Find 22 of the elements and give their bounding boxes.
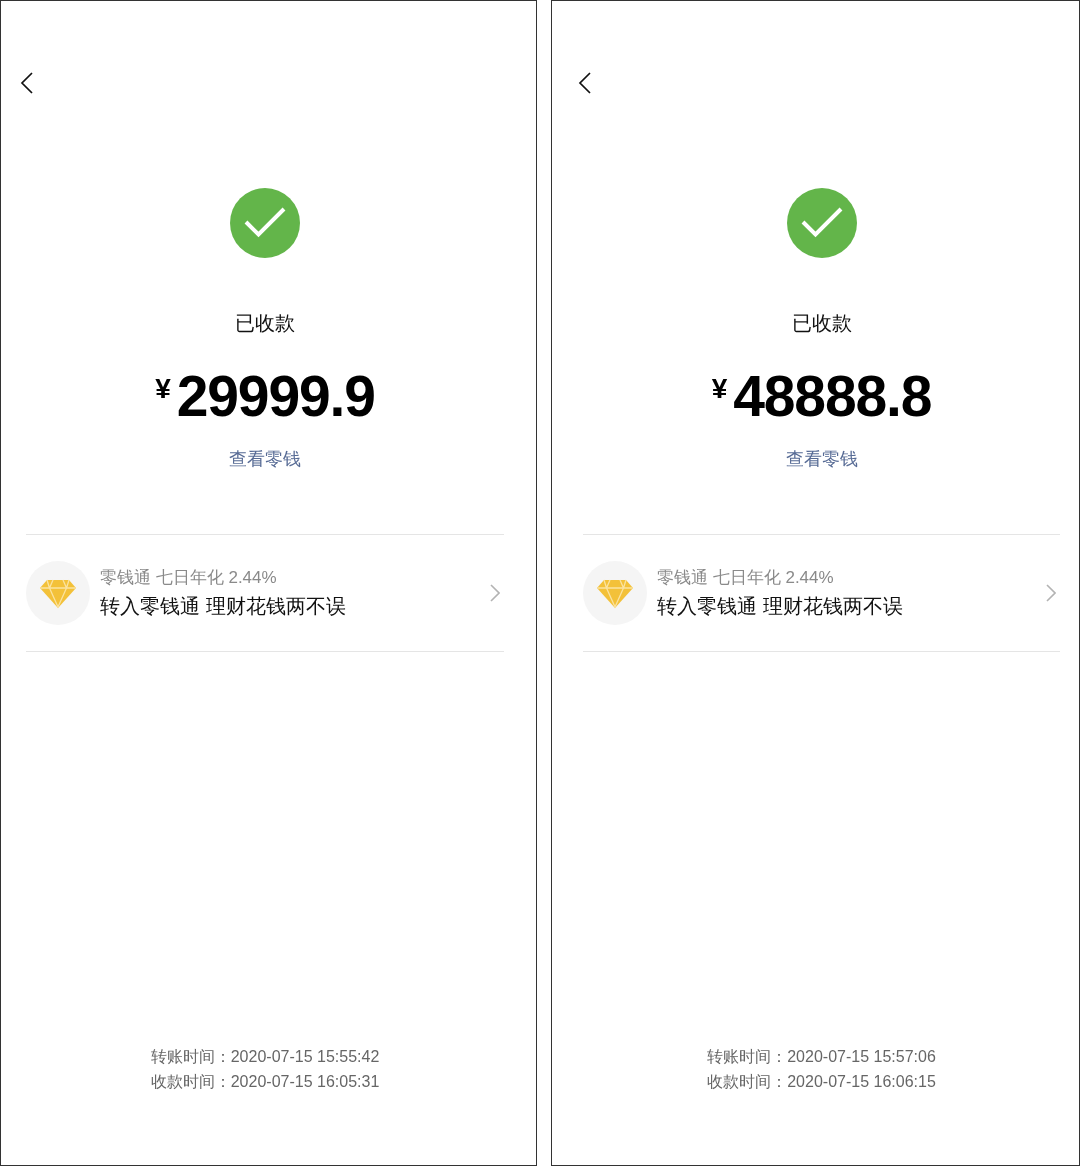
amount-value: 48888.8 (733, 363, 932, 429)
promo-title: 转入零钱通 理财花钱两不误 (657, 594, 904, 619)
promo-title: 转入零钱通 理财花钱两不误 (100, 594, 347, 619)
check-circle-icon (786, 188, 857, 258)
currency-symbol: ¥ (155, 375, 171, 403)
check-circle-icon (230, 188, 300, 258)
amount-value: 29999.9 (176, 363, 375, 429)
chevron-right-icon (1046, 584, 1056, 602)
chevron-right-icon (490, 584, 500, 602)
back-icon[interactable] (578, 72, 591, 94)
back-icon[interactable] (20, 72, 33, 94)
time-text: 转账时间：2020-07-15 15:57:06 (707, 1047, 936, 1067)
status-label: 已收款 (791, 311, 852, 336)
status-label: 已收款 (235, 311, 295, 336)
view-balance-link[interactable]: 查看零钱 (229, 447, 301, 471)
time-text: 转账时间：2020-07-15 15:55:42 (150, 1047, 380, 1067)
view-balance-link[interactable]: 查看零钱 (785, 447, 858, 471)
time-text: 收款时间：2020-07-15 16:05:31 (150, 1072, 380, 1092)
time-text: 收款时间：2020-07-15 16:06:15 (707, 1072, 936, 1092)
promo-subtitle: 零钱通 七日年化 2.44% (100, 567, 278, 589)
currency-symbol: ¥ (711, 375, 728, 403)
promo-subtitle: 零钱通 七日年化 2.44% (657, 567, 835, 589)
